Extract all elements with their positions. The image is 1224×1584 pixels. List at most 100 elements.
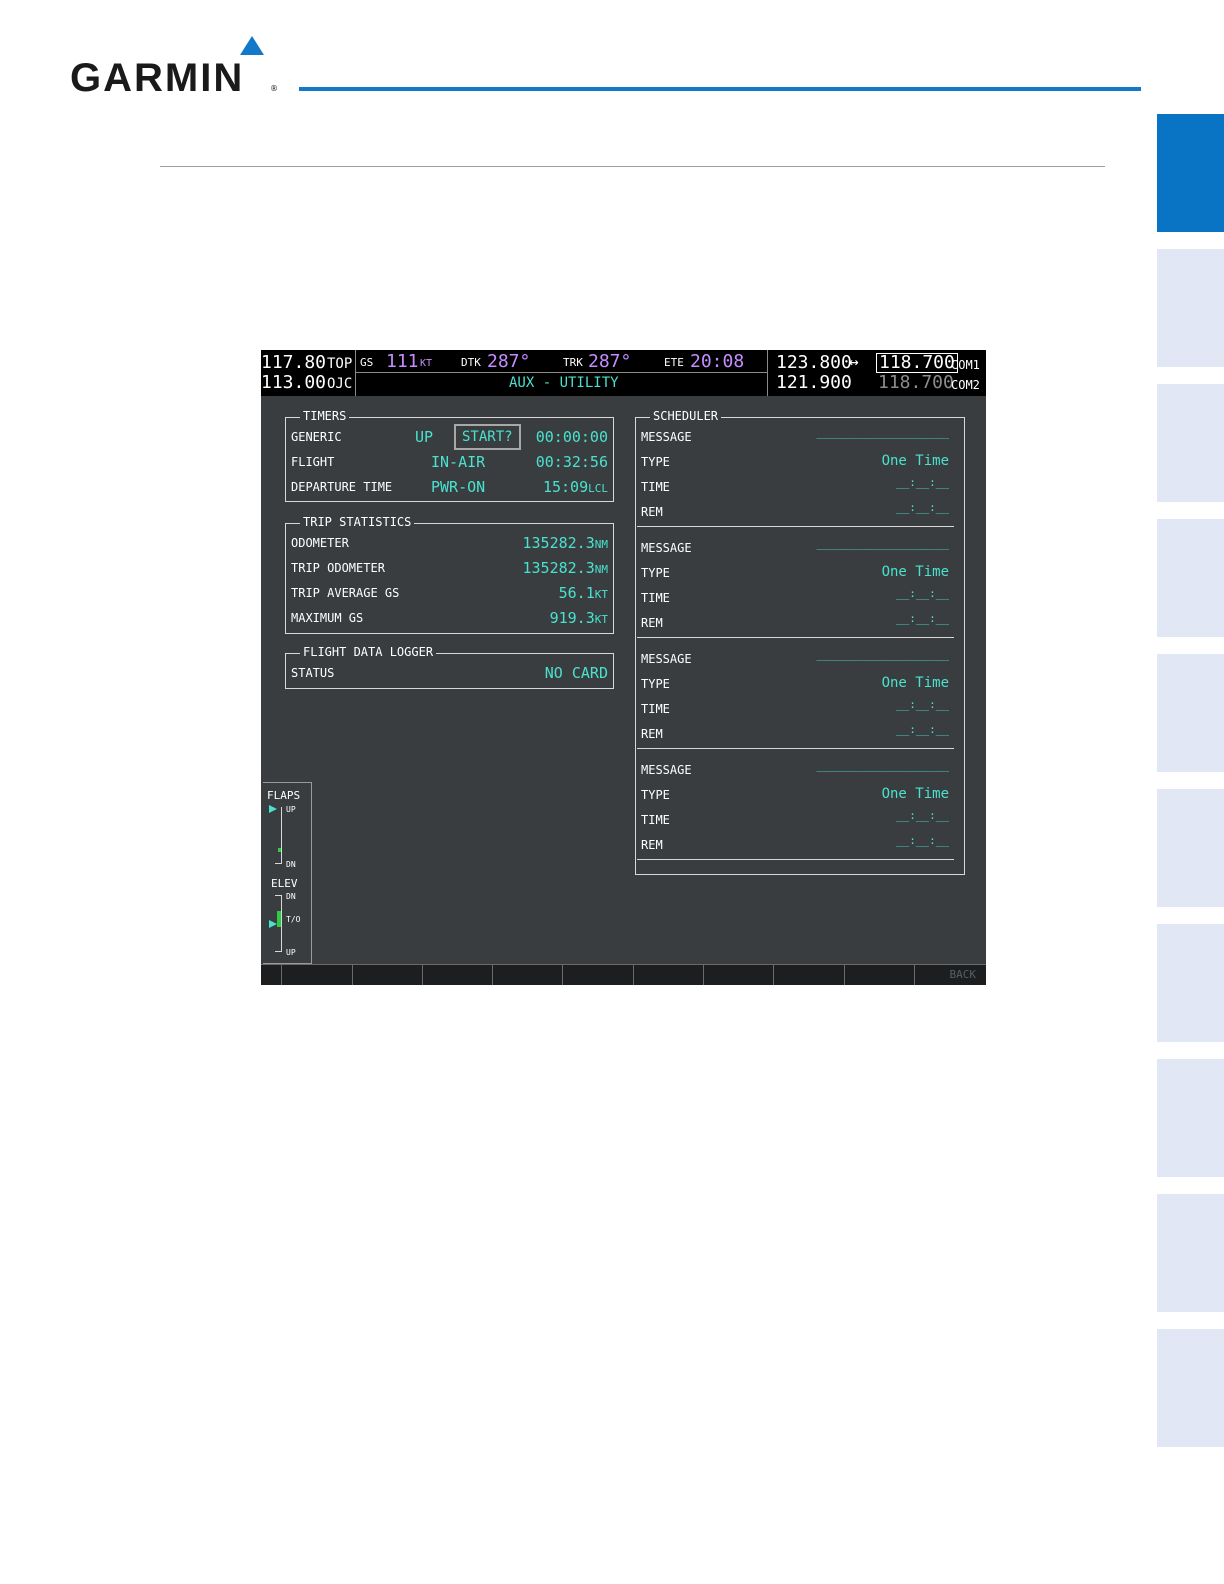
section-tab-active[interactable] — [1157, 114, 1224, 232]
softkey-8[interactable] — [773, 965, 844, 985]
time-field[interactable]: __:__:__ — [896, 587, 949, 600]
flaps-scale — [281, 807, 282, 863]
timer-row-flight: FLIGHT IN-AIR 00:32:56 — [291, 453, 608, 473]
trip-value: 135282.3NM — [522, 534, 609, 552]
type-label: TYPE — [641, 788, 670, 802]
gs-value: 111 — [386, 351, 419, 372]
scheduler-time-row: TIME __:__:__ — [641, 587, 949, 609]
ete-label: ETE — [664, 356, 684, 369]
com2-active-frequency[interactable]: 118.700 — [878, 374, 954, 392]
message-field[interactable]: ____________________ — [817, 648, 949, 661]
rem-label: REM — [641, 727, 663, 741]
section-tab[interactable] — [1157, 1329, 1224, 1447]
com1-standby-frequency[interactable]: 123.800 — [776, 354, 852, 372]
softkey-4[interactable] — [492, 965, 562, 985]
scheduler-type-row: TYPE One Time — [641, 564, 949, 584]
timer-label: FLIGHT — [291, 455, 335, 469]
softkey-3[interactable] — [422, 965, 492, 985]
trip-value: 135282.3NM — [522, 559, 609, 577]
trip-statistics-box: TRIP STATISTICS ODOMETER 135282.3NM TRIP… — [285, 515, 614, 634]
scheduler-rem-row: REM __:__:__ — [641, 723, 949, 745]
timer-label: DEPARTURE TIME — [291, 480, 393, 494]
header-rule — [299, 87, 1141, 91]
type-field[interactable]: One Time — [882, 786, 949, 802]
timer-value: 15:09LCL — [542, 478, 608, 496]
scheduler-type-row: TYPE One Time — [641, 453, 949, 473]
flaps-dn-label: DN — [286, 860, 296, 869]
divider — [355, 372, 767, 373]
softkey-9[interactable] — [844, 965, 914, 985]
frequency-swap-icon[interactable]: ↔ — [849, 354, 859, 370]
type-field[interactable]: One Time — [882, 453, 949, 469]
time-field[interactable]: __:__:__ — [896, 698, 949, 711]
scheduler-divider — [637, 859, 954, 860]
timer-value: 00:32:56 — [535, 453, 608, 471]
com2-label: COM2 — [951, 378, 980, 392]
section-tab[interactable] — [1157, 519, 1224, 637]
trk-label: TRK — [563, 356, 583, 369]
trk-value: 287° — [588, 351, 632, 372]
scheduler-divider — [637, 526, 954, 527]
com1-active-frequency[interactable]: 118.700 — [876, 353, 958, 373]
scheduler-message-row: MESSAGE ____________________ — [641, 759, 949, 781]
type-field[interactable]: One Time — [882, 564, 949, 580]
trip-value: 919.3KT — [549, 609, 608, 627]
section-tab[interactable] — [1157, 1059, 1224, 1177]
logger-row: STATUS NO CARD — [291, 664, 608, 684]
timer-row-generic: GENERIC UP START? 00:00:00 — [291, 424, 608, 450]
time-label: TIME — [641, 480, 670, 494]
nav1-frequency[interactable]: 117.80 — [261, 354, 326, 372]
section-tab[interactable] — [1157, 789, 1224, 907]
scheduler-message-row: MESSAGE ____________________ — [641, 537, 949, 559]
scheduler-rem-row: REM __:__:__ — [641, 612, 949, 634]
time-field[interactable]: __:__:__ — [896, 809, 949, 822]
section-tab[interactable] — [1157, 249, 1224, 367]
type-label: TYPE — [641, 677, 670, 691]
trip-label: MAXIMUM GS — [291, 611, 364, 625]
message-label: MESSAGE — [641, 541, 692, 555]
section-tab[interactable] — [1157, 1194, 1224, 1312]
flight-data-logger-box: FLIGHT DATA LOGGER STATUS NO CARD — [285, 645, 614, 689]
flaps-elevator-panel: FLAPS UP DN ELEV DN T/O UP — [263, 782, 312, 964]
scheduler-divider — [637, 748, 954, 749]
page-title: AUX - UTILITY — [509, 375, 619, 391]
rem-field: __:__:__ — [896, 834, 949, 847]
softkey-back-label: BACK — [949, 968, 977, 981]
trip-label: TRIP AVERAGE GS — [291, 586, 400, 600]
timer-mode[interactable]: IN-AIR — [431, 453, 485, 471]
flaps-marker — [278, 848, 281, 852]
softkey-7[interactable] — [703, 965, 773, 985]
section-tab[interactable] — [1157, 924, 1224, 1042]
trip-label: ODOMETER — [291, 536, 349, 550]
time-field[interactable]: __:__:__ — [896, 476, 949, 489]
type-label: TYPE — [641, 455, 670, 469]
logger-status-value: NO CARD — [544, 664, 608, 682]
softkey-1[interactable] — [281, 965, 352, 985]
section-tab[interactable] — [1157, 384, 1224, 502]
timer-mode[interactable]: UP — [415, 428, 433, 446]
softkey-6[interactable] — [633, 965, 703, 985]
softkey-10[interactable]: BACK — [914, 965, 986, 985]
scheduler-type-row: TYPE One Time — [641, 786, 949, 806]
com2-standby-frequency[interactable]: 121.900 — [776, 374, 852, 392]
message-field[interactable]: ____________________ — [817, 759, 949, 772]
section-tab[interactable] — [1157, 654, 1224, 772]
timer-row-departure: DEPARTURE TIME PWR-ON 15:09LCL — [291, 478, 608, 498]
rem-label: REM — [641, 505, 663, 519]
timers-box: TIMERS GENERIC UP START? 00:00:00 FLIGHT… — [285, 409, 614, 502]
softkey-2[interactable] — [352, 965, 422, 985]
start-button[interactable]: START? — [454, 424, 521, 450]
softkey-5[interactable] — [562, 965, 633, 985]
garmin-triangle-icon — [240, 36, 264, 55]
flight-data-logger-title: FLIGHT DATA LOGGER — [300, 645, 437, 659]
scheduler-message-row: MESSAGE ____________________ — [641, 426, 949, 448]
nav2-frequency[interactable]: 113.00 — [261, 374, 326, 392]
message-label: MESSAGE — [641, 763, 692, 777]
scheduler-divider — [637, 637, 954, 638]
timer-mode[interactable]: PWR-ON — [431, 478, 485, 496]
message-field[interactable]: ____________________ — [817, 537, 949, 550]
type-field[interactable]: One Time — [882, 675, 949, 691]
time-label: TIME — [641, 813, 670, 827]
message-label: MESSAGE — [641, 430, 692, 444]
message-field[interactable]: ____________________ — [817, 426, 949, 439]
